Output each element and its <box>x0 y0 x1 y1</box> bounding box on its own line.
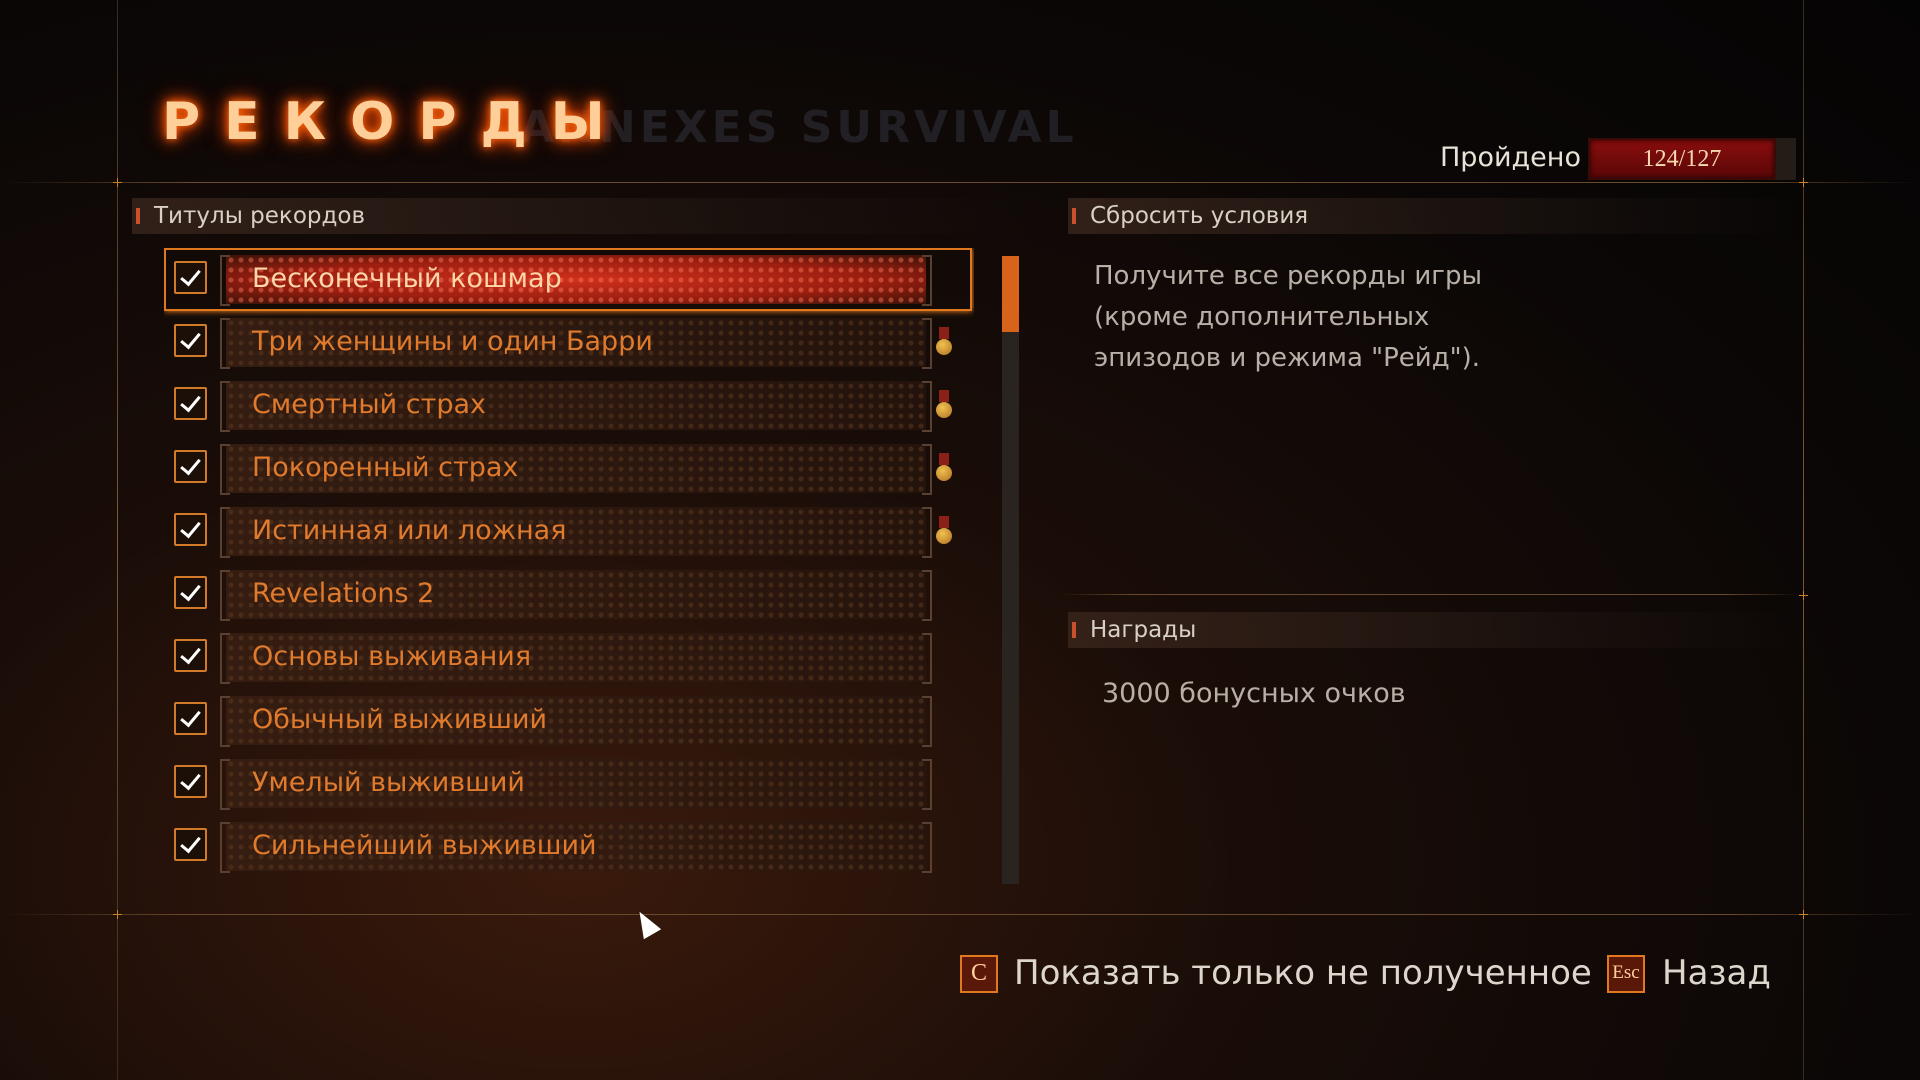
reward-text: 3000 бонусных очков <box>1102 678 1406 709</box>
list-item[interactable]: Смертный страх <box>164 374 974 437</box>
list-item-label: Основы выживания <box>252 641 532 672</box>
list-item-label: Бесконечный кошмар <box>252 263 562 294</box>
condition-header: Сбросить условия <box>1068 198 1798 234</box>
checkbox-checked-icon <box>174 576 207 609</box>
checkbox-checked-icon <box>174 324 207 357</box>
list-item-label: Смертный страх <box>252 389 487 420</box>
checkbox-checked-icon <box>174 387 207 420</box>
medal-icon <box>936 390 952 420</box>
list-item[interactable]: Сильнейший выживший <box>164 815 974 878</box>
frame-corner-icon <box>1799 591 1808 600</box>
condition-description: Получите все рекорды игры (кроме дополни… <box>1094 256 1514 379</box>
list-item-label: Три женщины и один Барри <box>252 326 653 357</box>
section-divider <box>1060 594 1800 595</box>
list-item-label: Revelations 2 <box>252 578 435 609</box>
list-item[interactable]: Revelations 2 <box>164 563 974 626</box>
list-item[interactable]: Истинная или ложная <box>164 500 974 563</box>
key-c-icon[interactable]: C <box>960 955 998 993</box>
progress-counter: 124/127 <box>1588 138 1776 180</box>
header-marker <box>1072 622 1076 638</box>
mouse-cursor-icon <box>630 906 662 940</box>
list-item[interactable]: Обычный выживший <box>164 689 974 752</box>
checkbox-checked-icon <box>174 513 207 546</box>
progress-label: Пройдено <box>1440 142 1581 173</box>
list-item[interactable]: Умелый выживший <box>164 752 974 815</box>
frame-corner-icon <box>113 178 122 187</box>
checkbox-checked-icon <box>174 639 207 672</box>
reward-header-label: Награды <box>1090 617 1197 643</box>
records-list-header-label: Титулы рекордов <box>154 203 366 229</box>
scrollbar-thumb[interactable] <box>1002 256 1019 332</box>
checkbox-checked-icon <box>174 261 207 294</box>
header-marker <box>1072 208 1076 224</box>
progress-box-cap <box>1776 138 1796 180</box>
reward-header: Награды <box>1068 612 1798 648</box>
condition-header-label: Сбросить условия <box>1090 203 1309 229</box>
list-item-label: Покоренный страх <box>252 452 519 483</box>
frame-corner-icon <box>1799 910 1808 919</box>
condition-line: (кроме дополнительных <box>1094 302 1430 332</box>
page-title: РЕКОРДЫ <box>162 92 629 152</box>
medal-icon <box>936 516 952 546</box>
checkbox-checked-icon <box>174 828 207 861</box>
checkbox-checked-icon <box>174 765 207 798</box>
key-esc-icon[interactable]: Esc <box>1607 955 1645 993</box>
list-item-label: Истинная или ложная <box>252 515 567 546</box>
list-item-label: Обычный выживший <box>252 704 548 735</box>
list-item-label: Умелый выживший <box>252 767 525 798</box>
records-list[interactable]: Бесконечный кошмар Три женщины и один Ба… <box>164 248 974 898</box>
medal-icon <box>936 453 952 483</box>
condition-line: эпизодов и режима "Рейд"). <box>1094 343 1481 373</box>
list-item[interactable]: Бесконечный кошмар <box>164 248 974 311</box>
list-item-label: Сильнейший выживший <box>252 830 597 861</box>
records-list-header: Титулы рекордов <box>132 198 1032 234</box>
scrollbar-track[interactable] <box>1002 256 1019 884</box>
show-unobtained-button[interactable]: Показать только не полученное <box>1014 953 1592 993</box>
checkbox-checked-icon <box>174 450 207 483</box>
condition-line: Получите все рекорды игры <box>1094 261 1482 291</box>
header-marker <box>136 208 140 224</box>
list-item[interactable]: Основы выживания <box>164 626 974 689</box>
list-item[interactable]: Три женщины и один Барри <box>164 311 974 374</box>
back-button[interactable]: Назад <box>1662 953 1771 993</box>
checkbox-checked-icon <box>174 702 207 735</box>
frame-line-bottom <box>0 914 1920 915</box>
medal-icon <box>936 327 952 357</box>
frame-corner-icon <box>1799 178 1808 187</box>
frame-line-top <box>0 182 1920 183</box>
frame-corner-icon <box>113 910 122 919</box>
list-item[interactable]: Покоренный страх <box>164 437 974 500</box>
